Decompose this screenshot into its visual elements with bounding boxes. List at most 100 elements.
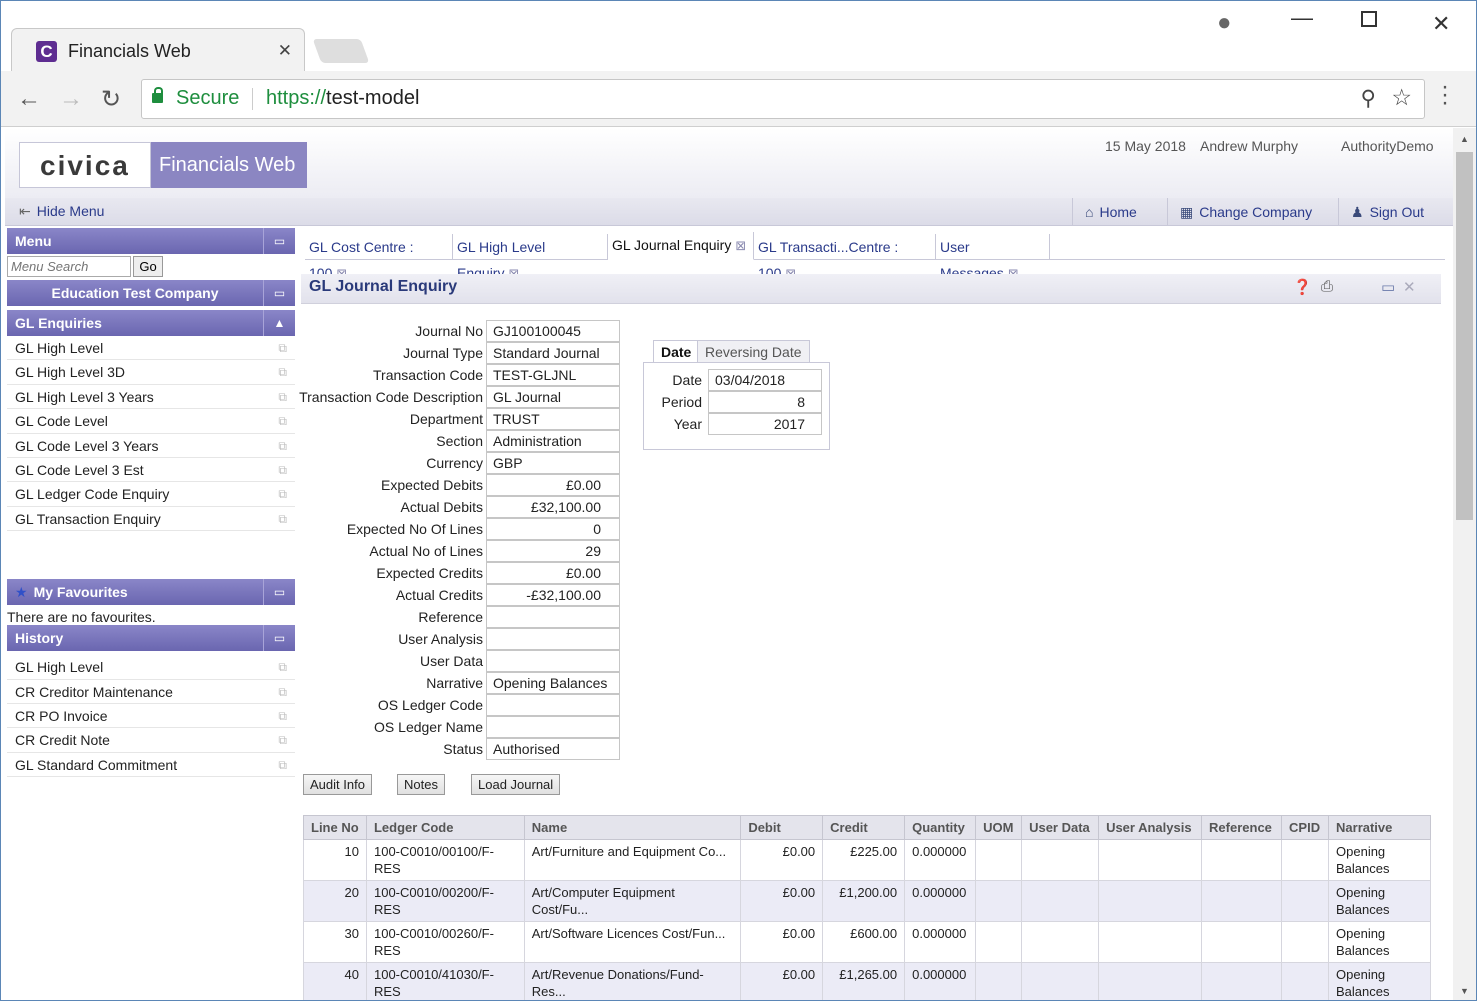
omnibox[interactable]: Secure https://test-model ⚲ ☆: [141, 79, 1425, 119]
tab-date[interactable]: Date: [653, 340, 700, 363]
sidebar-item[interactable]: GL High Level 3 Years ⧉: [7, 385, 295, 410]
tab-gl-transaction-centre[interactable]: GL Transacti...Centre : 100⊠: [754, 234, 936, 281]
column-header[interactable]: Line No: [303, 815, 367, 840]
column-header[interactable]: UOM: [975, 815, 1023, 840]
sidebar-item-label: GL Code Level 3 Years: [15, 437, 159, 454]
new-window-icon[interactable]: ▭: [1381, 278, 1395, 296]
bookmark-star-icon[interactable]: ☆: [1391, 84, 1412, 111]
panel-toggle-icon[interactable]: ▭: [263, 625, 295, 652]
form-row: Expected No Of Lines 0: [301, 518, 621, 540]
vertical-scrollbar[interactable]: ▲ ▼: [1453, 128, 1476, 1000]
open-external-icon[interactable]: ⧉: [278, 704, 287, 728]
change-company-button[interactable]: ▦ Change Company: [1167, 198, 1324, 226]
open-external-icon[interactable]: ⧉: [278, 434, 287, 458]
open-external-icon[interactable]: ⧉: [278, 680, 287, 704]
table-row[interactable]: 10 100-C0010/00100/F-RES Art/Furniture and…: [303, 839, 1431, 881]
help-icon[interactable]: ❓: [1293, 278, 1312, 296]
column-header[interactable]: Narrative: [1328, 815, 1431, 840]
sidebar-item[interactable]: GL High Level 3D ⧉: [7, 360, 295, 385]
url-text[interactable]: https://test-model: [266, 87, 419, 110]
back-icon[interactable]: ←: [17, 85, 41, 113]
scroll-up-icon[interactable]: ▲: [1460, 134, 1469, 144]
field-label: OS Ledger Name: [374, 719, 483, 735]
column-header[interactable]: Reference: [1201, 815, 1283, 840]
scroll-down-icon[interactable]: ▼: [1460, 986, 1469, 996]
open-external-icon[interactable]: ⧉: [278, 360, 287, 384]
tab-gl-cost-centre[interactable]: GL Cost Centre : 100⊠: [305, 234, 453, 281]
open-external-icon[interactable]: ⧉: [278, 728, 287, 752]
panel-toggle-icon[interactable]: ▭: [263, 280, 295, 306]
panel-toggle-icon[interactable]: ▭: [263, 579, 295, 606]
open-external-icon[interactable]: ⧉: [278, 458, 287, 482]
table-cell: [975, 880, 1023, 922]
open-external-icon[interactable]: ⧉: [278, 409, 287, 433]
sidebar-item[interactable]: GL Code Level 3 Est ⧉: [7, 458, 295, 483]
panel-toggle-icon[interactable]: ▭: [263, 228, 295, 254]
column-header[interactable]: Credit: [822, 815, 906, 840]
browser-menu-icon[interactable]: · · ·: [1441, 75, 1449, 115]
home-button[interactable]: ⌂ Home: [1072, 198, 1149, 226]
zoom-icon[interactable]: ⚲: [1361, 86, 1376, 111]
close-icon[interactable]: ✕: [1403, 278, 1416, 296]
open-external-icon[interactable]: ⧉: [278, 753, 287, 777]
load-journal-button[interactable]: Load Journal: [471, 774, 561, 795]
open-external-icon[interactable]: ⧉: [278, 507, 287, 531]
close-icon[interactable]: ⊠: [735, 238, 746, 253]
open-external-icon[interactable]: ⧉: [278, 336, 287, 360]
tab-reversing-date[interactable]: Reversing Date: [697, 340, 810, 362]
minimize-icon[interactable]: —: [1291, 5, 1313, 31]
sidebar-item[interactable]: CR Credit Note ⧉: [7, 728, 295, 753]
sidebar-item[interactable]: CR Creditor Maintenance ⧉: [7, 680, 295, 704]
sidebar-item[interactable]: GL High Level ⧉: [7, 336, 295, 361]
hide-menu-button[interactable]: ⇤ Hide Menu: [19, 203, 104, 220]
table-header-row: Line No Ledger Code Name Debit Credit Quantit…: [303, 815, 1431, 840]
star-icon: ★: [15, 584, 28, 601]
panel-up-icon[interactable]: ▲: [263, 310, 295, 336]
hide-menu-icon: ⇤: [19, 203, 31, 219]
sidebar-item[interactable]: GL Transaction Enquiry ⧉: [7, 507, 295, 532]
column-header[interactable]: Name: [523, 815, 742, 840]
table-row[interactable]: 40 100-C0010/41030/F-RES Art/Revenue Donat…: [303, 962, 1431, 1000]
field-value: GJ100100045: [486, 320, 620, 342]
notes-button[interactable]: Notes: [397, 774, 445, 795]
app-toolbar: ⇤ Hide Menu ⌂ Home ▦ Change Company ♟ Sign O…: [5, 198, 1453, 226]
table-row[interactable]: 30 100-C0010/00260/F-RES Art/Software Lice…: [303, 921, 1431, 963]
column-header[interactable]: Quantity: [904, 815, 977, 840]
forward-icon[interactable]: →: [59, 85, 83, 113]
close-tab-icon[interactable]: ✕: [278, 41, 292, 61]
column-header[interactable]: CPID: [1281, 815, 1330, 840]
sidebar-item[interactable]: GL Standard Commitment ⧉: [7, 753, 295, 778]
table-row[interactable]: 20 100-C0010/00200/F-RES Art/Computer Equi…: [303, 880, 1431, 922]
profile-icon[interactable]: ●: [1217, 9, 1232, 37]
sidebar-item[interactable]: GL Code Level ⧉: [7, 409, 295, 434]
go-button[interactable]: Go: [133, 256, 163, 277]
column-header[interactable]: Ledger Code: [365, 815, 525, 840]
main-content: GL Cost Centre : 100⊠ GL High Level Enqu…: [299, 228, 1451, 1000]
open-external-icon[interactable]: ⧉: [278, 385, 287, 409]
sidebar: Menu ▭ Go Education Test Company ▭ GL Enqu…: [7, 228, 295, 998]
column-header[interactable]: Debit: [740, 815, 824, 840]
tab-user-messages[interactable]: User Messages⊠: [936, 234, 1050, 281]
sidebar-item[interactable]: GL Ledger Code Enquiry ⧉: [7, 482, 295, 507]
table-cell: Opening Balances: [1328, 962, 1431, 1000]
browser-tab[interactable]: C Financials Web ✕: [11, 28, 305, 72]
column-header[interactable]: User Analysis: [1098, 815, 1203, 840]
open-external-icon[interactable]: ⧉: [278, 482, 287, 506]
open-external-icon[interactable]: ⧉: [278, 655, 287, 679]
scrollbar-thumb[interactable]: [1456, 152, 1473, 520]
sign-out-button[interactable]: ♟ Sign Out: [1338, 198, 1436, 226]
print-icon[interactable]: ⎙: [1321, 278, 1333, 295]
close-window-icon[interactable]: ✕: [1432, 11, 1450, 37]
column-header[interactable]: User Data: [1021, 815, 1100, 840]
table-cell: 100-C0010/00260/F-RES: [365, 921, 525, 963]
sidebar-item[interactable]: CR PO Invoice ⧉: [7, 704, 295, 729]
tab-gl-journal-enquiry[interactable]: GL Journal Enquiry ⊠: [608, 232, 754, 260]
tab-gl-high-level-enquiry[interactable]: GL High Level Enquiry⊠: [453, 234, 608, 281]
menu-search-input[interactable]: [7, 256, 131, 277]
sidebar-item[interactable]: GL Code Level 3 Years ⧉: [7, 434, 295, 458]
maximize-icon[interactable]: [1361, 11, 1377, 27]
new-tab-button[interactable]: [312, 39, 370, 63]
audit-info-button[interactable]: Audit Info: [303, 774, 372, 795]
sidebar-item[interactable]: GL High Level ⧉: [7, 655, 295, 680]
reload-icon[interactable]: ↻: [101, 85, 121, 114]
